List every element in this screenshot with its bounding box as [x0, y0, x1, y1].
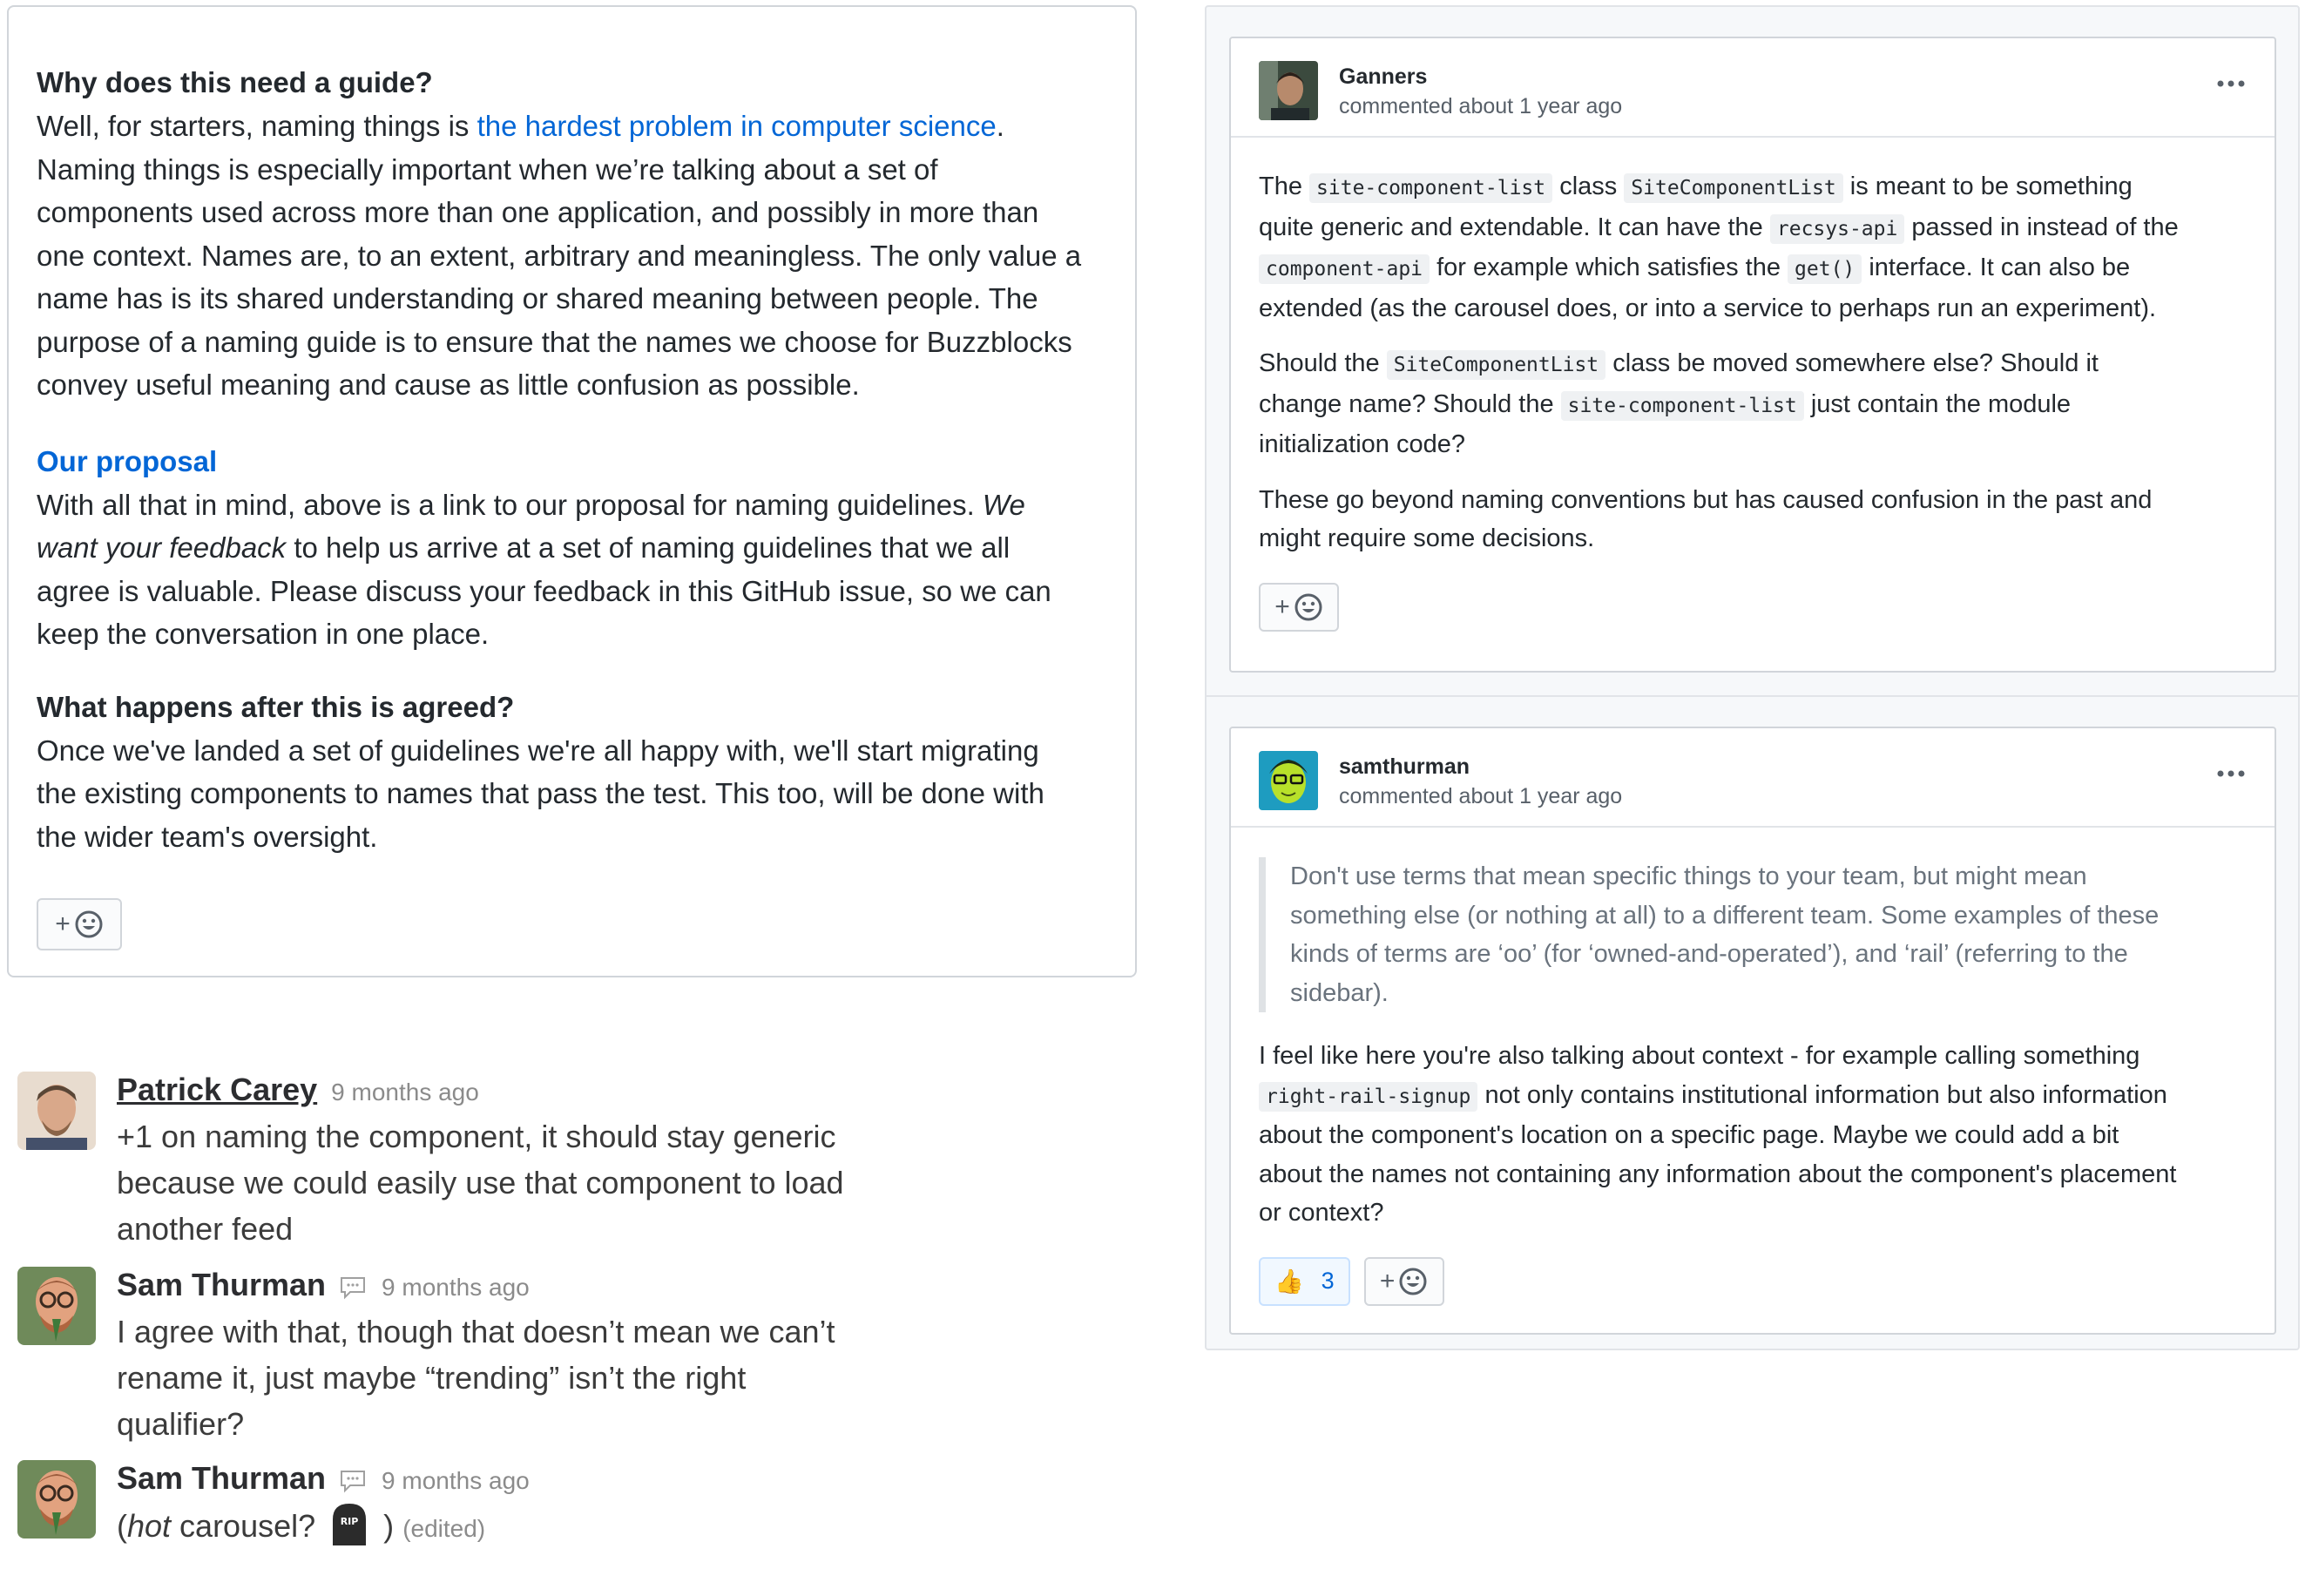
text-line: initialization code? [1259, 430, 1465, 458]
section-heading-our-proposal[interactable]: Our proposal [37, 440, 1135, 484]
message-line: I agree with that, though that doesn’t m… [117, 1314, 835, 1349]
text-line: the existing components to names that pa… [37, 777, 1044, 809]
comment-thread: Ganners commented about 1 year ago The s… [1205, 5, 2300, 1350]
avatar[interactable] [17, 1072, 96, 1150]
text-line: convey useful meaning and cause as littl… [37, 369, 860, 401]
message-line: qualifier? [117, 1406, 245, 1442]
code-snippet: component-api [1259, 254, 1430, 284]
text-line: sidebar). [1290, 978, 1389, 1007]
comment-header: samthurman commented about 1 year ago [1231, 728, 2275, 828]
text-line: purpose of a naming guide is to ensure t… [37, 325, 1072, 358]
author-name[interactable]: Sam Thurman [117, 1460, 326, 1497]
text-line: change name? Should the site-component-l… [1259, 385, 2247, 426]
timestamp[interactable]: 9 months ago [331, 1079, 479, 1106]
comment-author[interactable]: Ganners [1339, 64, 1427, 90]
message-line: another feed [117, 1211, 294, 1247]
text-line: kinds of terms are ‘oo’ (for ‘owned-and-… [1290, 940, 2128, 968]
text-line: about the component's location on a spec… [1259, 1121, 2119, 1149]
author-name[interactable]: Patrick Carey [117, 1072, 317, 1108]
text-line: With all that in mind, above is a link t… [37, 488, 1025, 521]
thumbs-up-icon: 👍 [1274, 1268, 1304, 1295]
reaction-count: 3 [1321, 1268, 1335, 1294]
text-line: something else (or nothing at all) to a … [1290, 901, 2160, 930]
message-line: because we could easily use that compone… [117, 1165, 844, 1200]
text-line: about the names not containing any infor… [1259, 1160, 2177, 1188]
code-snippet: SiteComponentList [1386, 350, 1606, 380]
more-options-icon[interactable] [2214, 763, 2248, 784]
thread-reply-icon[interactable] [338, 1468, 368, 1494]
message-line: (hot carousel? RIP ) (edited) [117, 1502, 883, 1552]
text-line: quite generic and extendable. It can hav… [1259, 208, 2247, 249]
text-line: one context. Names are, to an extent, ar… [37, 239, 1082, 272]
divider [1207, 695, 2298, 697]
text-line: might require some decisions. [1259, 524, 1595, 552]
headstone-emoji-icon: RIP [333, 1504, 367, 1545]
smiley-icon [1399, 1268, 1427, 1295]
text-line: Don't use terms that mean specific thing… [1290, 862, 2087, 890]
add-reaction-button[interactable]: + [1363, 1256, 1444, 1306]
text-line: the wider team's oversight. [37, 820, 378, 853]
avatar[interactable] [17, 1267, 96, 1345]
comment-timestamp[interactable]: commented about 1 year ago [1339, 94, 1622, 119]
svg-text:RIP: RIP [341, 1516, 359, 1527]
add-reaction-button[interactable]: + [37, 898, 122, 950]
section-heading-why-guide: Why does this need a guide? [37, 66, 433, 98]
text-line: agree is valuable. Please discuss your f… [37, 574, 1051, 607]
comment-card: Ganners commented about 1 year ago The s… [1229, 37, 2276, 673]
message-line: rename it, just maybe “trending” isn’t t… [117, 1360, 747, 1396]
message-line: +1 on naming the component, it should st… [117, 1119, 836, 1154]
hardest-problem-link[interactable]: the hardest problem in computer science [477, 110, 997, 142]
avatar[interactable] [17, 1460, 96, 1539]
code-snippet: site-component-list [1560, 390, 1804, 421]
comment-header: Ganners commented about 1 year ago [1231, 38, 2275, 138]
edited-label: (edited) [402, 1515, 486, 1542]
add-reaction-button[interactable]: + [1259, 582, 1339, 632]
timestamp[interactable]: 9 months ago [382, 1467, 530, 1495]
timestamp[interactable]: 9 months ago [382, 1274, 530, 1302]
text-line: The site-component-list class SiteCompon… [1259, 167, 2247, 208]
text-line: Naming things is especially important wh… [37, 152, 938, 186]
text-line: extended (as the carousel does, or into … [1259, 294, 2157, 322]
comment-author[interactable]: samthurman [1339, 754, 1470, 780]
code-snippet: recsys-api [1769, 213, 1905, 244]
text-line: Once we've landed a set of guidelines we… [37, 734, 1039, 767]
code-snippet: SiteComponentList [1624, 173, 1843, 203]
text-line: Should the SiteComponentList class be mo… [1259, 344, 2247, 385]
text-line: want your feedback to help us arrive at … [37, 531, 1011, 564]
comment-card: samthurman commented about 1 year ago Do… [1229, 727, 2276, 1335]
avatar[interactable] [1259, 751, 1318, 810]
code-snippet: get() [1788, 254, 1862, 284]
code-snippet: right-rail-signup [1259, 1081, 1478, 1112]
text-line: components used across more than one app… [37, 196, 1039, 228]
issue-description-card: Why does this need a guide? Well, for st… [7, 5, 1137, 977]
avatar[interactable] [1259, 61, 1318, 120]
text-line: Well, for starters, naming things is the… [37, 110, 1004, 142]
text-line: or context? [1259, 1199, 1384, 1227]
smiley-icon [75, 910, 103, 938]
comment-body: Don't use terms that mean specific thing… [1231, 828, 2275, 1306]
thumbs-up-reaction[interactable]: 👍 3 [1259, 1256, 1350, 1306]
text-line: right-rail-signup not only contains inst… [1259, 1076, 2247, 1117]
section-heading-what-happens: What happens after this is agreed? [37, 690, 515, 723]
comment-body: The site-component-list class SiteCompon… [1231, 138, 2275, 632]
more-options-icon[interactable] [2214, 73, 2248, 94]
text-line: name has is its shared understanding or … [37, 282, 1038, 314]
text-line: component-api for example which satisfie… [1259, 248, 2247, 289]
comment-timestamp[interactable]: commented about 1 year ago [1339, 784, 1622, 809]
thread-reply-icon[interactable] [338, 1275, 368, 1301]
code-snippet: site-component-list [1309, 173, 1553, 203]
text-line: These go beyond naming conventions but h… [1259, 485, 2153, 514]
quoted-text: Don't use terms that mean specific thing… [1259, 857, 2247, 1012]
author-name[interactable]: Sam Thurman [117, 1267, 326, 1303]
smiley-icon [1294, 593, 1322, 620]
text-line: I feel like here you're also talking abo… [1259, 1042, 2140, 1070]
text-line: keep the conversation in one place. [37, 618, 490, 650]
